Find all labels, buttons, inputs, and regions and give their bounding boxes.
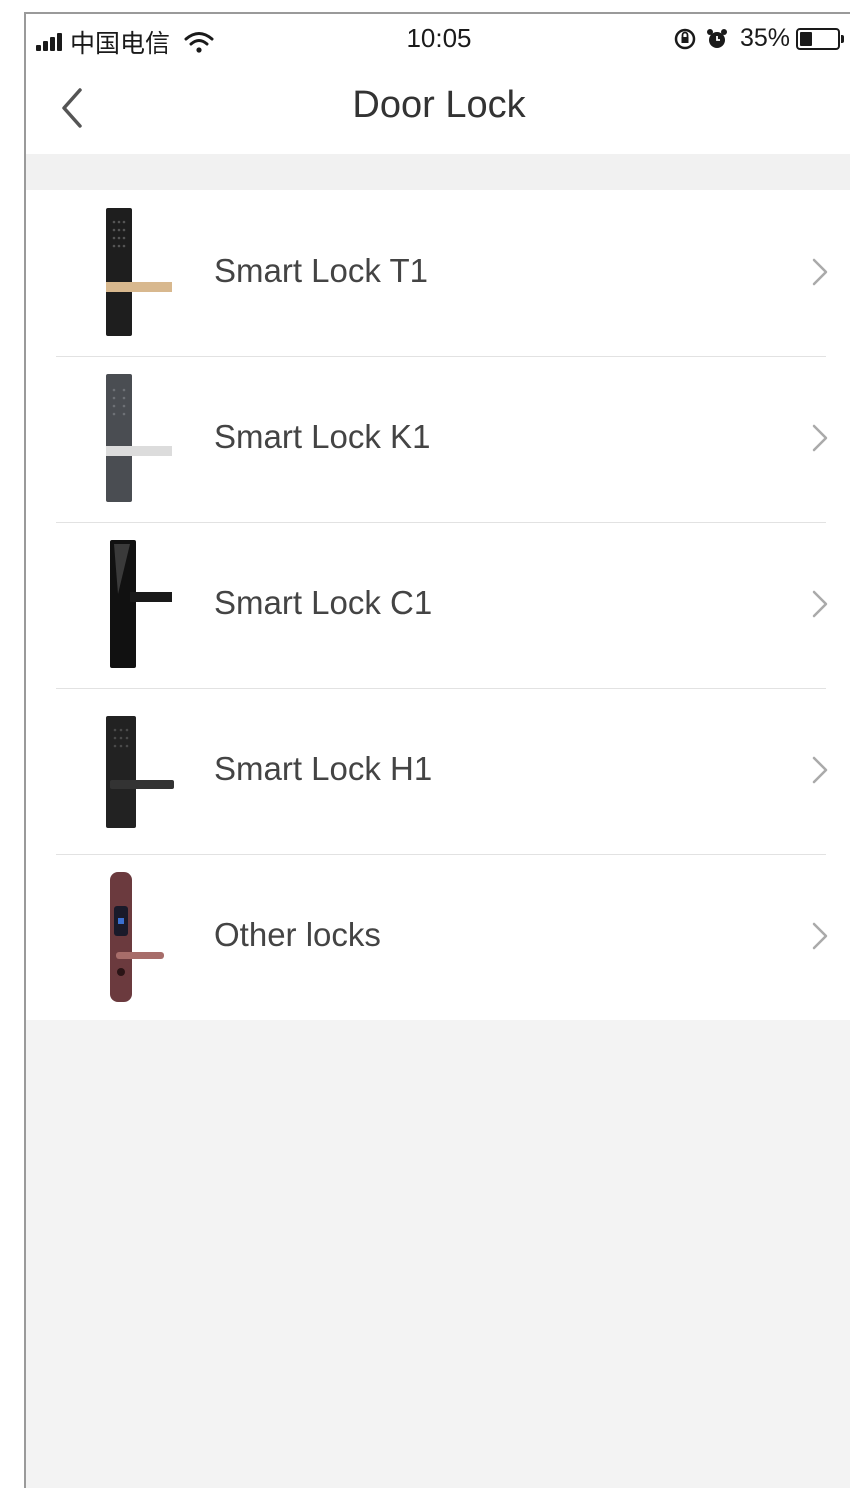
list-item-smart-lock-h1[interactable]: Smart Lock H1 — [26, 688, 850, 854]
chevron-right-icon — [812, 922, 828, 950]
chevron-right-icon — [812, 590, 828, 618]
battery-percent: 35% — [739, 24, 790, 52]
list-item-label: Smart Lock C1 — [214, 584, 433, 621]
lock-c1-image — [110, 540, 172, 668]
nav-bar: Door Lock — [26, 62, 850, 154]
lock-other-image — [110, 872, 164, 1002]
list-item-other-locks[interactable]: Other locks — [26, 854, 850, 1020]
alarm-icon — [706, 28, 727, 48]
status-bar: 中国电信 10:05 35% — [26, 14, 850, 62]
lock-list: Smart Lock T1 Smart Lock K1 Smart Lock C… — [26, 190, 850, 1020]
list-item-label: Other locks — [214, 916, 381, 953]
list-item-smart-lock-c1[interactable]: Smart Lock C1 — [26, 522, 850, 688]
lock-k1-image — [106, 374, 172, 502]
phone-screen: 中国电信 10:05 35% Door Lock Smart Lock T1 S… — [24, 12, 850, 1488]
list-item-label: Smart Lock T1 — [214, 252, 428, 289]
orientation-lock-icon — [674, 28, 696, 49]
list-item-label: Smart Lock H1 — [214, 750, 433, 787]
status-right: 35% — [674, 24, 844, 53]
page-title: Door Lock — [352, 84, 526, 126]
section-spacer — [26, 154, 850, 190]
lock-t1-image — [106, 208, 172, 336]
chevron-right-icon — [812, 756, 828, 784]
list-item-smart-lock-k1[interactable]: Smart Lock K1 — [26, 356, 850, 522]
lock-h1-image — [106, 716, 174, 828]
chevron-right-icon — [812, 258, 828, 286]
list-item-label: Smart Lock K1 — [214, 418, 431, 455]
battery-icon — [796, 27, 844, 50]
chevron-right-icon — [812, 424, 828, 452]
list-item-smart-lock-t1[interactable]: Smart Lock T1 — [26, 190, 850, 356]
